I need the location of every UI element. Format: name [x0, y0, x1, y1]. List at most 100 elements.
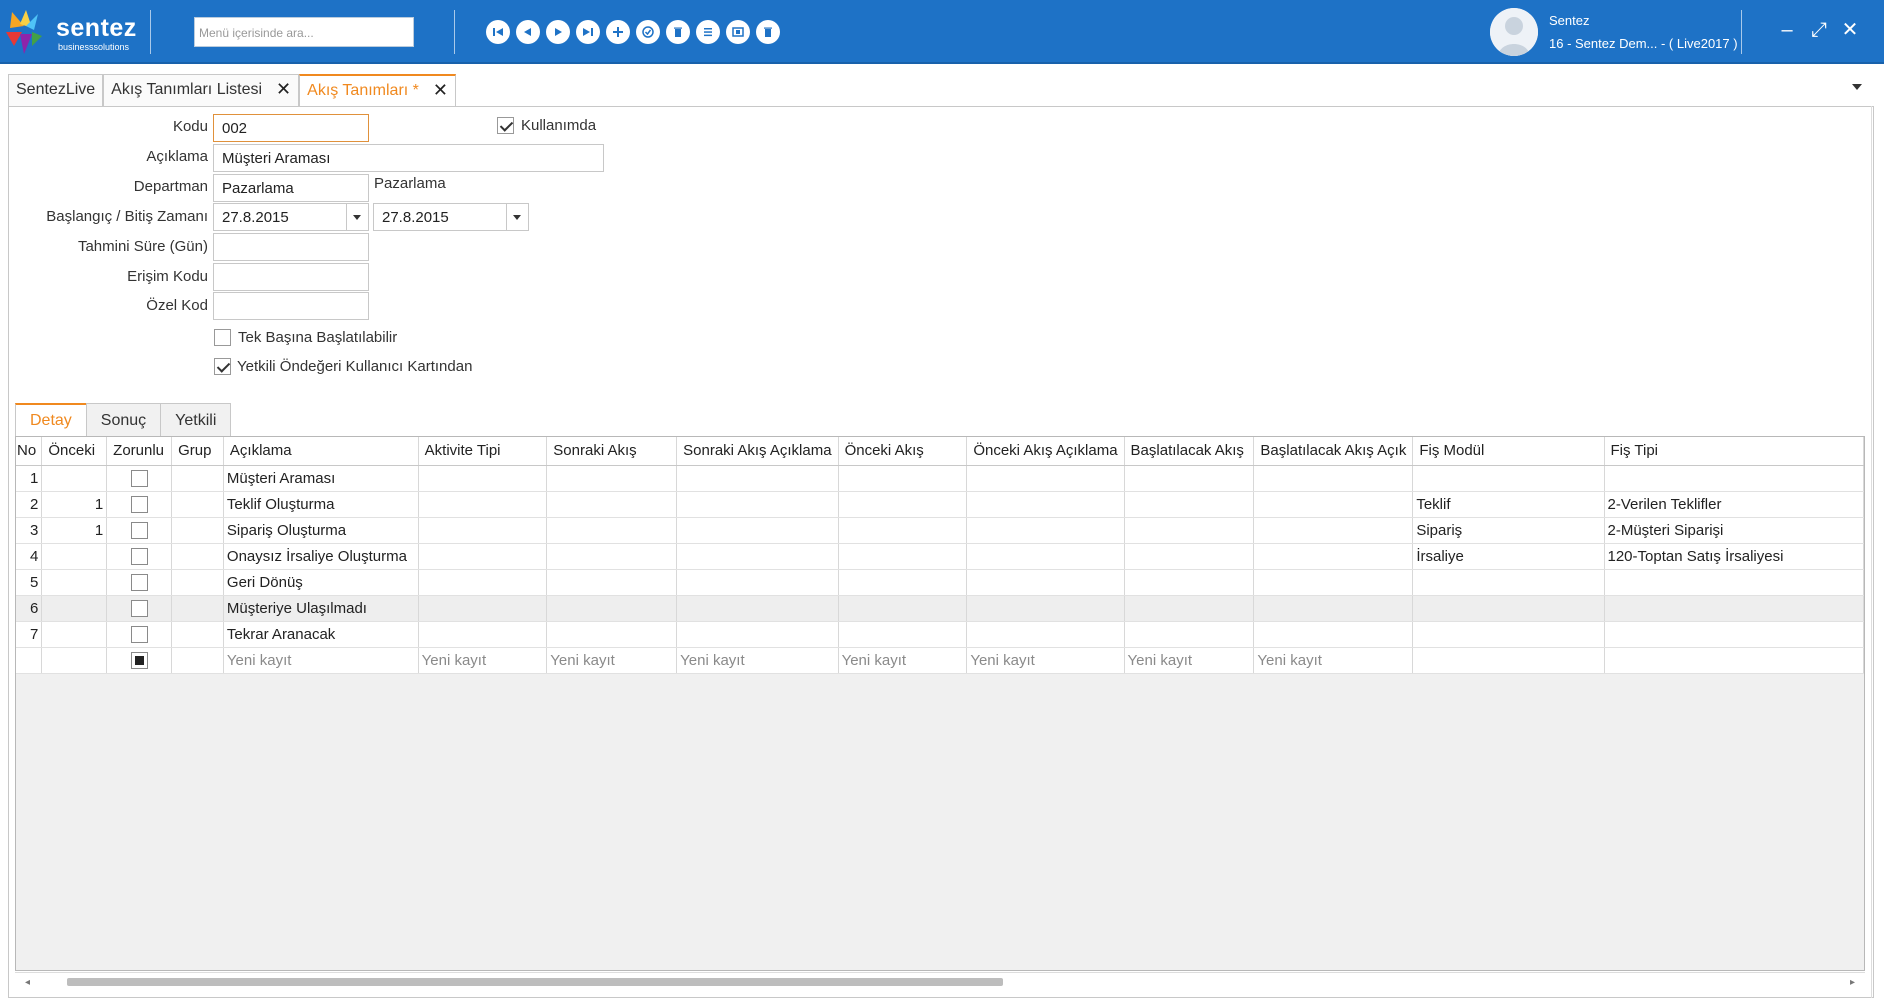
cell-zorunlu[interactable]: [106, 517, 173, 544]
column-header-onceki[interactable]: Önceki: [41, 437, 108, 466]
date-dropdown-button[interactable]: [506, 204, 528, 230]
cell-onceki[interactable]: 1: [41, 491, 108, 518]
cell-sonraki-akis[interactable]: [546, 569, 678, 596]
cell-aciklama[interactable]: Tekrar Aranacak: [223, 621, 419, 648]
cell-fis-modul[interactable]: Sipariş: [1412, 517, 1605, 544]
cell-onceki[interactable]: [41, 465, 108, 492]
previous-record-button[interactable]: [516, 20, 540, 44]
list-button[interactable]: [696, 20, 720, 44]
next-record-button[interactable]: [546, 20, 570, 44]
new-record-placeholder[interactable]: Yeni kayıt: [1124, 647, 1255, 674]
cell-onceki-akis[interactable]: [838, 621, 968, 648]
cell-grup[interactable]: [171, 491, 224, 518]
cell-sonraki-akis[interactable]: [546, 465, 678, 492]
cell-zorunlu[interactable]: [106, 465, 173, 492]
column-header-sonraki-akis-aciklama[interactable]: Sonraki Akış Açıklama: [676, 437, 839, 466]
zorunlu-checkbox[interactable]: [130, 547, 148, 565]
cell-fis-tipi[interactable]: 2-Verilen Teklifler: [1604, 491, 1864, 518]
last-record-button[interactable]: [576, 20, 600, 44]
horizontal-scrollbar[interactable]: ◂ ▸: [15, 972, 1865, 990]
cell-no[interactable]: 1: [16, 465, 43, 492]
zorunlu-checkbox[interactable]: [130, 599, 148, 617]
yetkili-checkbox[interactable]: [214, 358, 231, 375]
minimize-button[interactable]: –: [1775, 18, 1799, 42]
cell-sonraki-akis[interactable]: [546, 491, 678, 518]
cell-fis-modul[interactable]: [1412, 647, 1605, 674]
cell-grup[interactable]: [171, 569, 224, 596]
cell-onceki-akis[interactable]: [838, 543, 968, 570]
cell-grup[interactable]: [171, 647, 224, 674]
column-header-no[interactable]: No: [16, 437, 43, 466]
new-record-placeholder[interactable]: Yeni kayıt: [223, 647, 419, 674]
bitis-date-input[interactable]: 27.8.2015: [373, 203, 529, 231]
table-row[interactable]: 1 Müşteri Araması: [16, 465, 1864, 492]
cell-onceki-akis[interactable]: [838, 517, 968, 544]
cell-fis-tipi[interactable]: [1604, 621, 1864, 648]
cell-fis-modul[interactable]: Teklif: [1412, 491, 1605, 518]
cell-onceki-akis[interactable]: [838, 491, 968, 518]
cell-sonraki-akis-aciklama[interactable]: [676, 491, 839, 518]
new-record-placeholder[interactable]: Yeni kayıt: [418, 647, 548, 674]
cell-grup[interactable]: [171, 621, 224, 648]
cell-fis-tipi[interactable]: 2-Müşteri Siparişi: [1604, 517, 1864, 544]
kodu-input[interactable]: 002: [213, 114, 369, 142]
cell-fis-modul[interactable]: [1412, 595, 1605, 622]
cell-onceki[interactable]: [41, 595, 108, 622]
cell-fis-tipi[interactable]: 120-Toptan Satış İrsaliyesi: [1604, 543, 1864, 570]
close-window-button[interactable]: ✕: [1838, 18, 1862, 42]
copy-button[interactable]: [726, 20, 750, 44]
cell-baslatilacak-akis[interactable]: [1124, 621, 1255, 648]
tab-detay[interactable]: Detay: [15, 403, 87, 437]
tabs-dropdown-icon[interactable]: [1852, 84, 1862, 90]
cell-sonraki-akis-aciklama[interactable]: [676, 465, 839, 492]
column-header-grup[interactable]: Grup: [171, 437, 224, 466]
cell-fis-tipi[interactable]: [1604, 647, 1864, 674]
cell-zorunlu[interactable]: [106, 543, 173, 570]
cell-onceki-akis[interactable]: [838, 595, 968, 622]
tab-akis-tanimlari-listesi[interactable]: Akış Tanımları Listesi ✕: [103, 74, 300, 107]
cell-sonraki-akis-aciklama[interactable]: [676, 621, 839, 648]
scrollbar-thumb[interactable]: [67, 978, 1003, 986]
delete-button[interactable]: [666, 20, 690, 44]
cell-grup[interactable]: [171, 543, 224, 570]
close-tab-icon[interactable]: ✕: [276, 80, 291, 107]
zorunlu-checkbox[interactable]: [130, 469, 148, 487]
tek-basina-checkbox[interactable]: [214, 329, 231, 346]
column-header-baslatilacak-akis-aciklama[interactable]: Başlatılacak Akış Açık: [1253, 437, 1414, 466]
cell-aktivite-tipi[interactable]: [418, 517, 548, 544]
tab-sonuc[interactable]: Sonuç: [85, 403, 162, 437]
cell-no[interactable]: 7: [16, 621, 43, 648]
cell-sonraki-akis-aciklama[interactable]: [676, 595, 839, 622]
cell-onceki[interactable]: [41, 621, 108, 648]
trash-button[interactable]: [756, 20, 780, 44]
cell-baslatilacak-akis[interactable]: [1124, 569, 1255, 596]
add-record-button[interactable]: [606, 20, 630, 44]
column-header-onceki-akis-aciklama[interactable]: Önceki Akış Açıklama: [966, 437, 1125, 466]
cell-sonraki-akis-aciklama[interactable]: [676, 569, 839, 596]
cell-grup[interactable]: [171, 595, 224, 622]
menu-search-input[interactable]: Menü içerisinde ara...: [194, 17, 414, 47]
cell-zorunlu[interactable]: [106, 569, 173, 596]
table-row[interactable]: 6 Müşteriye Ulaşılmadı: [16, 595, 1864, 622]
new-record-placeholder[interactable]: Yeni kayıt: [838, 647, 968, 674]
cell-no[interactable]: 6: [16, 595, 43, 622]
cell-no[interactable]: [16, 647, 43, 674]
cell-fis-modul[interactable]: [1412, 465, 1605, 492]
new-record-placeholder[interactable]: Yeni kayıt: [1253, 647, 1414, 674]
tab-yetkili[interactable]: Yetkili: [160, 403, 232, 437]
table-row[interactable]: 5 Geri Dönüş: [16, 569, 1864, 596]
cell-onceki-akis-aciklama[interactable]: [966, 543, 1125, 570]
table-row[interactable]: 3 1 Sipariş Oluşturma Sipariş 2-Müşteri …: [16, 517, 1864, 544]
column-header-fis-modul[interactable]: Fiş Modül: [1412, 437, 1605, 466]
cell-onceki-akis-aciklama[interactable]: [966, 491, 1125, 518]
cell-no[interactable]: 5: [16, 569, 43, 596]
cell-zorunlu[interactable]: [106, 621, 173, 648]
cell-aciklama[interactable]: Onaysız İrsaliye Oluşturma: [223, 543, 419, 570]
cell-zorunlu[interactable]: [106, 595, 173, 622]
new-record-placeholder[interactable]: Yeni kayıt: [546, 647, 678, 674]
erisim-kodu-input[interactable]: [213, 263, 369, 291]
cell-fis-modul[interactable]: [1412, 569, 1605, 596]
cell-zorunlu[interactable]: [106, 491, 173, 518]
cell-sonraki-akis-aciklama[interactable]: [676, 543, 839, 570]
cell-no[interactable]: 2: [16, 491, 43, 518]
